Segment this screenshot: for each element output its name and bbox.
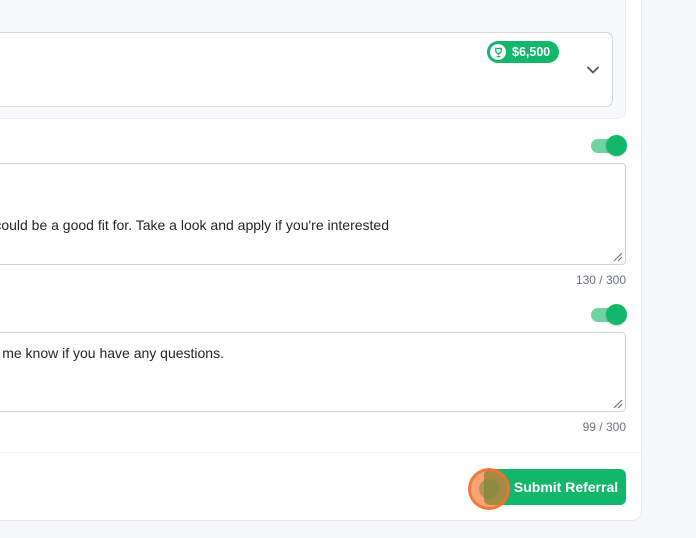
toggle-knob bbox=[606, 135, 627, 156]
intro-message-toggle[interactable] bbox=[589, 135, 627, 157]
chevron-down-icon[interactable] bbox=[586, 63, 600, 77]
toggle-knob bbox=[606, 304, 627, 325]
intro-message-text: could be a good fit for. Take a look and… bbox=[0, 217, 389, 233]
intro-message-textarea[interactable]: could be a good fit for. Take a look and… bbox=[0, 163, 626, 265]
trophy-icon bbox=[490, 44, 506, 60]
resize-grip-icon[interactable] bbox=[612, 251, 623, 262]
footer-divider bbox=[0, 452, 641, 453]
bounty-badge: $6,500 bbox=[487, 41, 560, 63]
resize-grip-icon[interactable] bbox=[612, 398, 623, 409]
closing-message-counter: 99 / 300 bbox=[582, 420, 626, 434]
closing-message-text: Let me know if you have any questions. bbox=[0, 345, 224, 361]
closing-message-textarea[interactable]: Let me know if you have any questions. bbox=[0, 332, 626, 412]
bounty-amount: $6,500 bbox=[512, 45, 551, 59]
intro-message-counter: 130 / 300 bbox=[575, 273, 626, 287]
closing-message-toggle[interactable] bbox=[589, 304, 627, 326]
submit-referral-button[interactable]: Submit Referral bbox=[484, 469, 626, 505]
